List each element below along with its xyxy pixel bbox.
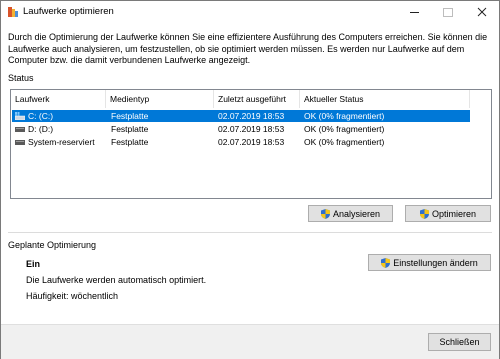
dialog-footer: Schließen	[1, 324, 499, 359]
drives-listview[interactable]: Laufwerk Medientyp Zuletzt ausgeführt Ak…	[10, 89, 492, 199]
media-type: Festplatte	[111, 137, 149, 147]
column-header-media-type[interactable]: Medientyp	[106, 90, 214, 108]
close-button[interactable]: Schließen	[428, 333, 491, 351]
uac-shield-icon	[381, 257, 391, 268]
drive-name: C: (C:)	[28, 111, 54, 121]
last-run: 02.07.2019 18:53	[218, 137, 285, 147]
change-settings-button[interactable]: Einstellungen ändern	[368, 254, 491, 271]
current-status: OK (0% fragmentiert)	[304, 124, 385, 134]
close-icon	[477, 7, 487, 17]
close-window-button[interactable]	[465, 1, 499, 23]
listview-header: Laufwerk Medientyp Zuletzt ausgeführt Ak…	[11, 90, 491, 108]
close-button-label: Schließen	[439, 337, 480, 347]
current-status: OK (0% fragmentiert)	[304, 111, 385, 121]
windows-drive-icon	[15, 112, 25, 120]
last-run: 02.07.2019 18:53	[218, 124, 285, 134]
drive-icon	[15, 140, 25, 145]
description-text: Durch die Optimierung der Laufwerke könn…	[8, 32, 488, 65]
analyze-button-label: Analysieren	[332, 208, 381, 219]
window-title: Laufwerke optimieren	[23, 6, 114, 17]
optimize-button[interactable]: Optimieren	[405, 205, 491, 222]
minimize-button[interactable]	[397, 1, 431, 23]
drive-icon	[15, 127, 25, 132]
optimize-drives-window: Laufwerke optimieren Durch die Optimieru…	[0, 0, 500, 359]
title-bar[interactable]: Laufwerke optimieren	[1, 1, 499, 23]
defrag-app-icon	[8, 7, 18, 17]
table-row[interactable]: C: (C:) Festplatte 02.07.2019 18:53 OK (…	[12, 110, 470, 122]
drive-name: D: (D:)	[28, 124, 54, 134]
maximize-icon	[443, 7, 453, 17]
schedule-state: Ein	[26, 259, 41, 269]
media-type: Festplatte	[111, 111, 149, 121]
scheduled-optimization-label: Geplante Optimierung	[8, 240, 97, 250]
column-header-last-run[interactable]: Zuletzt ausgeführt	[214, 90, 300, 108]
uac-shield-icon	[419, 208, 429, 219]
drive-name: System-reserviert	[28, 137, 95, 147]
uac-shield-icon	[320, 208, 330, 219]
schedule-info: Die Laufwerke werden automatisch optimie…	[26, 275, 207, 285]
schedule-frequency: Häufigkeit: wöchentlich	[26, 291, 119, 301]
column-header-current-status[interactable]: Aktueller Status	[300, 90, 470, 108]
change-settings-label: Einstellungen ändern	[393, 257, 478, 268]
column-header-drive[interactable]: Laufwerk	[11, 90, 106, 108]
status-label: Status	[8, 73, 34, 83]
current-status: OK (0% fragmentiert)	[304, 137, 385, 147]
section-divider	[8, 232, 492, 233]
analyze-button[interactable]: Analysieren	[308, 205, 393, 222]
minimize-icon	[409, 11, 419, 13]
table-row[interactable]: System-reserviert Festplatte 02.07.2019 …	[12, 136, 470, 148]
media-type: Festplatte	[111, 124, 149, 134]
maximize-button[interactable]	[431, 1, 465, 23]
table-row[interactable]: D: (D:) Festplatte 02.07.2019 18:53 OK (…	[12, 123, 470, 135]
optimize-button-label: Optimieren	[431, 208, 476, 219]
last-run: 02.07.2019 18:53	[218, 111, 285, 121]
